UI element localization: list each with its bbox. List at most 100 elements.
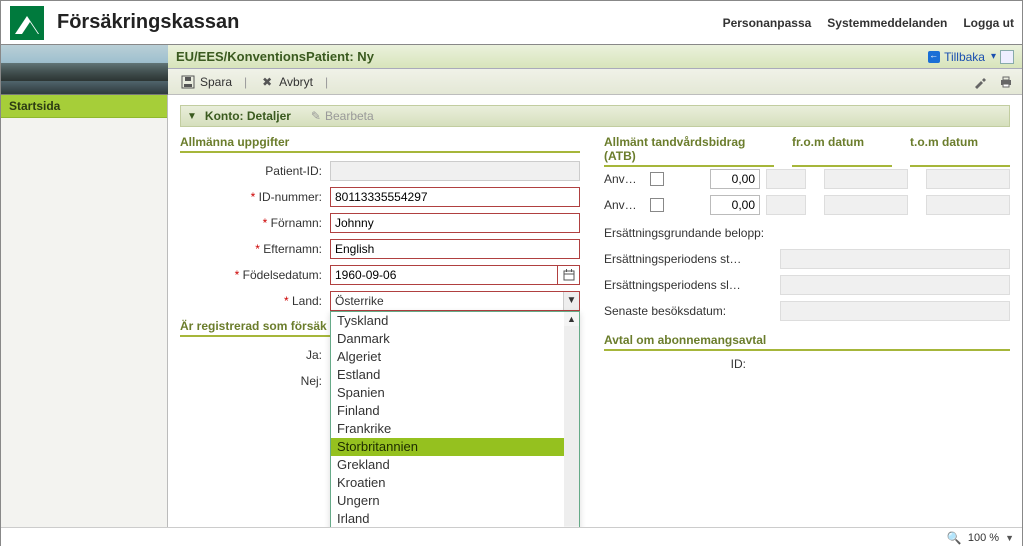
zoom-icon[interactable]: 🔍	[947, 531, 962, 545]
column-right: Allmänt tandvårdsbidrag (ATB) fr.o.m dat…	[604, 135, 1010, 395]
input-patient-id	[330, 161, 580, 181]
label-abon-id: ID:	[604, 357, 754, 371]
row-period-start: Ersättningsperiodens st…	[604, 247, 1010, 271]
value-period-start	[780, 249, 1010, 269]
header-from-date: fr.o.m datum	[792, 135, 892, 167]
section-edit[interactable]: ✎ Bearbeta	[311, 109, 374, 123]
back-caret-icon: ▾	[991, 51, 996, 62]
label-nej: Nej:	[180, 374, 330, 388]
dropdown-scrollbar[interactable]: ▲ ▼	[564, 312, 579, 527]
row-first-name: * Förnamn:	[180, 211, 580, 235]
zoom-value: 100 %	[968, 532, 999, 544]
label-first-name: * Förnamn:	[180, 216, 330, 230]
country-option[interactable]: Ungern	[331, 492, 564, 510]
top-links: Personanpassa Systemmeddelanden Logga ut	[723, 16, 1014, 30]
header-to-date: t.o.m datum	[910, 135, 1010, 167]
country-option[interactable]: Finland	[331, 402, 564, 420]
label-country: * Land:	[180, 294, 330, 308]
scroll-down-icon[interactable]: ▼	[564, 526, 579, 527]
country-option[interactable]: Spanien	[331, 384, 564, 402]
label-id-number: * ID-nummer:	[180, 190, 330, 204]
country-option[interactable]: Irland	[331, 510, 564, 527]
chevron-down-icon: ▼	[563, 292, 579, 310]
country-option[interactable]: Danmark	[331, 330, 564, 348]
row-patient-id: Patient-ID:	[180, 159, 580, 183]
label-last-name: * Efternamn:	[180, 242, 330, 256]
save-button[interactable]: Spara	[176, 72, 236, 92]
status-bar: 🔍 100 % ▼	[1, 527, 1022, 547]
input-id-number[interactable]	[330, 187, 580, 207]
link-logout[interactable]: Logga ut	[963, 16, 1014, 30]
page-title: EU/EES/KonventionsPatient: Ny	[176, 49, 374, 64]
country-option[interactable]: Tyskland	[331, 312, 564, 330]
atb-headers: Allmänt tandvårdsbidrag (ATB) fr.o.m dat…	[604, 135, 1010, 167]
atb-row-1-checkbox[interactable]	[650, 172, 664, 186]
pencil-icon: ✎	[311, 109, 321, 123]
select-country[interactable]: Österrike ▼	[330, 291, 580, 311]
link-system-messages[interactable]: Systemmeddelanden	[827, 16, 947, 30]
atb-row-1-amount[interactable]	[710, 169, 760, 189]
label-period-start: Ersättningsperiodens st…	[604, 252, 774, 266]
cancel-button[interactable]: ✖ Avbryt	[255, 72, 317, 92]
zoom-caret-icon[interactable]: ▼	[1005, 533, 1014, 543]
atb-row-1: Anv…	[604, 167, 1010, 191]
label-dob: * Födelsedatum:	[180, 268, 330, 282]
select-country-value: Österrike	[335, 294, 559, 308]
atb-row-1-extra	[766, 169, 806, 189]
sidebar: Startsida	[1, 95, 168, 527]
section-header[interactable]: ▼ Konto: Detaljer ✎ Bearbeta	[180, 105, 1010, 127]
row-period-end: Ersättningsperiodens sl…	[604, 273, 1010, 297]
atb-row-2-label: Anv…	[604, 198, 644, 212]
atb-row-1-to	[926, 169, 1010, 189]
atb-row-2-amount[interactable]	[710, 195, 760, 215]
save-icon	[180, 74, 196, 90]
input-first-name[interactable]	[330, 213, 580, 233]
title-extra-button[interactable]	[1000, 50, 1014, 64]
save-label: Spara	[200, 75, 232, 89]
title-toolbar-area: EU/EES/KonventionsPatient: Ny Tillbaka ▾…	[168, 45, 1022, 95]
label-period-end: Ersättningsperiodens sl…	[604, 278, 774, 292]
print-icon[interactable]	[998, 74, 1014, 90]
column-left: Allmänna uppgifter Patient-ID: * ID-numm…	[180, 135, 580, 395]
value-last-visit	[780, 301, 1010, 321]
country-option[interactable]: Kroatien	[331, 474, 564, 492]
link-personalize[interactable]: Personanpassa	[723, 16, 812, 30]
sidebar-item-start[interactable]: Startsida	[1, 95, 167, 118]
label-last-visit: Senaste besöksdatum:	[604, 304, 774, 318]
row-last-name: * Efternamn:	[180, 237, 580, 261]
toolbar: Spara | ✖ Avbryt |	[168, 69, 1022, 95]
back-label: Tillbaka	[944, 50, 985, 64]
row-abon-id: ID:	[604, 357, 1010, 371]
atb-row-2-to	[926, 195, 1010, 215]
scroll-up-icon[interactable]: ▲	[564, 312, 579, 326]
atb-row-2-from	[824, 195, 908, 215]
level2: EU/EES/KonventionsPatient: Ny Tillbaka ▾…	[1, 45, 1022, 95]
atb-row-2-extra	[766, 195, 806, 215]
logo	[5, 1, 49, 45]
title-row: EU/EES/KonventionsPatient: Ny Tillbaka ▾	[168, 45, 1022, 69]
country-option[interactable]: Algeriet	[331, 348, 564, 366]
country-option[interactable]: Storbritannien	[331, 438, 564, 456]
back-button[interactable]: Tillbaka ▾	[928, 50, 996, 64]
value-period-end	[780, 275, 1010, 295]
brand-name: Försäkringskassan	[57, 11, 239, 34]
country-option[interactable]: Frankrike	[331, 420, 564, 438]
input-dob[interactable]	[330, 265, 558, 285]
section-title: Konto: Detaljer	[205, 109, 291, 123]
section-collapse-icon: ▼	[187, 111, 197, 122]
atb-row-1-label: Anv…	[604, 172, 644, 186]
content: ▼ Konto: Detaljer ✎ Bearbeta Allmänna up…	[168, 95, 1022, 527]
row-id-number: * ID-nummer:	[180, 185, 580, 209]
input-last-name[interactable]	[330, 239, 580, 259]
group-general: Allmänna uppgifter	[180, 135, 580, 153]
main: Startsida ▼ Konto: Detaljer ✎ Bearbeta A…	[1, 95, 1022, 527]
calendar-button[interactable]	[558, 265, 580, 285]
section-edit-label: Bearbeta	[325, 109, 374, 123]
country-option[interactable]: Estland	[331, 366, 564, 384]
tool-settings-icon[interactable]	[972, 74, 988, 90]
country-option[interactable]: Grekland	[331, 456, 564, 474]
row-dob: * Födelsedatum:	[180, 263, 580, 287]
back-icon	[928, 51, 940, 63]
atb-row-2-checkbox[interactable]	[650, 198, 664, 212]
select-country-wrap: Österrike ▼ TysklandDanmarkAlgerietEstla…	[330, 291, 580, 311]
